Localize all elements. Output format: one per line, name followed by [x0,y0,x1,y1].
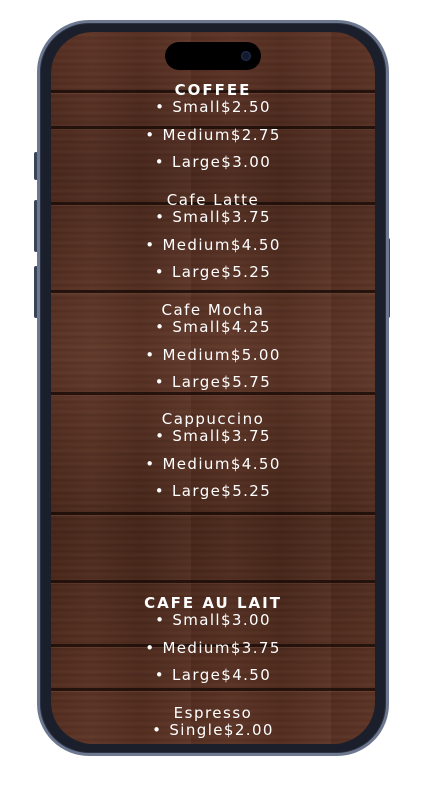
menu-item-label: Small$2.50 [172,98,271,116]
menu-section-coffee: COFFEE • Small$2.50 • Medium$2.75 • Large$3… [51,82,375,182]
menu-item-label: Large$5.25 [172,482,272,500]
bullet: • [154,153,166,171]
section-title: Cafe Mocha [161,301,265,319]
menu-item: • Medium$5.00 [51,345,375,364]
bullet: • [152,721,163,739]
bullet: • [145,454,156,473]
section-title: Espresso [173,704,253,722]
menu-section-cafe-au-lait: CAFE AU LAIT • Small$3.00 • Medium$3.75 • L… [51,595,375,695]
menu-item-label: Small$3.75 [172,208,271,226]
menu-item: • Small$3.75 [51,428,375,445]
section-title: CAFE AU LAIT [144,594,282,612]
menu-item-label: Large$4.50 [172,666,272,684]
bullet: • [154,373,166,391]
bullet: • [155,98,166,116]
menu-item: • Medium$4.50 [51,454,375,473]
front-camera-icon [241,51,251,61]
menu-item-label: Medium$4.50 [162,235,281,254]
menu-item-label: Large$3.00 [172,153,272,171]
section-title: Cafe Latte [166,191,260,209]
menu-item: • Medium$2.75 [51,125,375,144]
bullet: • [155,611,166,629]
menu-item: • Small$2.50 [51,99,375,116]
wood-plank-seam [51,580,375,583]
menu-section-cafe-latte: Cafe Latte • Small$3.75 • Medium$4.50 • Lar… [51,192,375,292]
dynamic-island [165,42,261,70]
menu-item: • Medium$4.50 [51,235,375,254]
menu-section-cappuccino: Cappuccino • Small$3.75 • Medium$4.50 • Lar… [51,411,375,511]
menu-item-label: Medium$4.50 [162,454,281,473]
menu-section-espresso: Espresso • Single$2.00 [51,705,375,744]
bullet: • [145,638,156,657]
bullet: • [154,482,166,500]
menu-item-label: Single$2.00 [169,721,274,739]
bullet: • [154,666,166,684]
menu-item-label: Medium$5.00 [162,345,281,364]
menu-item-label: Small$4.25 [172,318,271,336]
section-title: Cappuccino [161,410,265,428]
phone-screen: COFFEE • Small$2.50 • Medium$2.75 • Large$3… [51,32,375,744]
menu-item: • Small$4.25 [51,319,375,336]
menu-item: • Large$5.25 [51,483,375,500]
bullet: • [155,318,166,336]
menu-section-cafe-mocha: Cafe Mocha • Small$4.25 • Medium$5.00 • Lar… [51,302,375,402]
menu-item: • Single$2.00 [51,722,375,739]
menu-item-label: Large$5.75 [172,373,272,391]
section-title: COFFEE [174,81,252,99]
menu-item-label: Medium$3.75 [162,638,281,657]
bullet: • [145,125,156,144]
phone-frame: COFFEE • Small$2.50 • Medium$2.75 • Large$3… [37,20,389,756]
menu-item: • Large$3.00 [51,154,375,171]
page: COFFEE • Small$2.50 • Medium$2.75 • Large$3… [0,0,438,794]
bullet: • [145,345,156,364]
menu-item-label: Medium$2.75 [162,125,281,144]
menu-item-label: Small$3.75 [172,427,271,445]
bullet: • [155,208,166,226]
menu-item-label: Large$5.25 [172,263,272,281]
wood-plank-seam [51,512,375,515]
menu-item: • Large$4.50 [51,667,375,684]
menu-item: • Large$5.25 [51,264,375,281]
menu-item-label: Small$3.00 [172,611,271,629]
bullet: • [145,235,156,254]
menu-item: • Medium$3.75 [51,638,375,657]
menu-item: • Small$3.75 [51,209,375,226]
bullet: • [154,263,166,281]
menu-item: • Large$5.75 [51,374,375,391]
menu-item: • Small$3.00 [51,612,375,629]
bullet: • [155,427,166,445]
